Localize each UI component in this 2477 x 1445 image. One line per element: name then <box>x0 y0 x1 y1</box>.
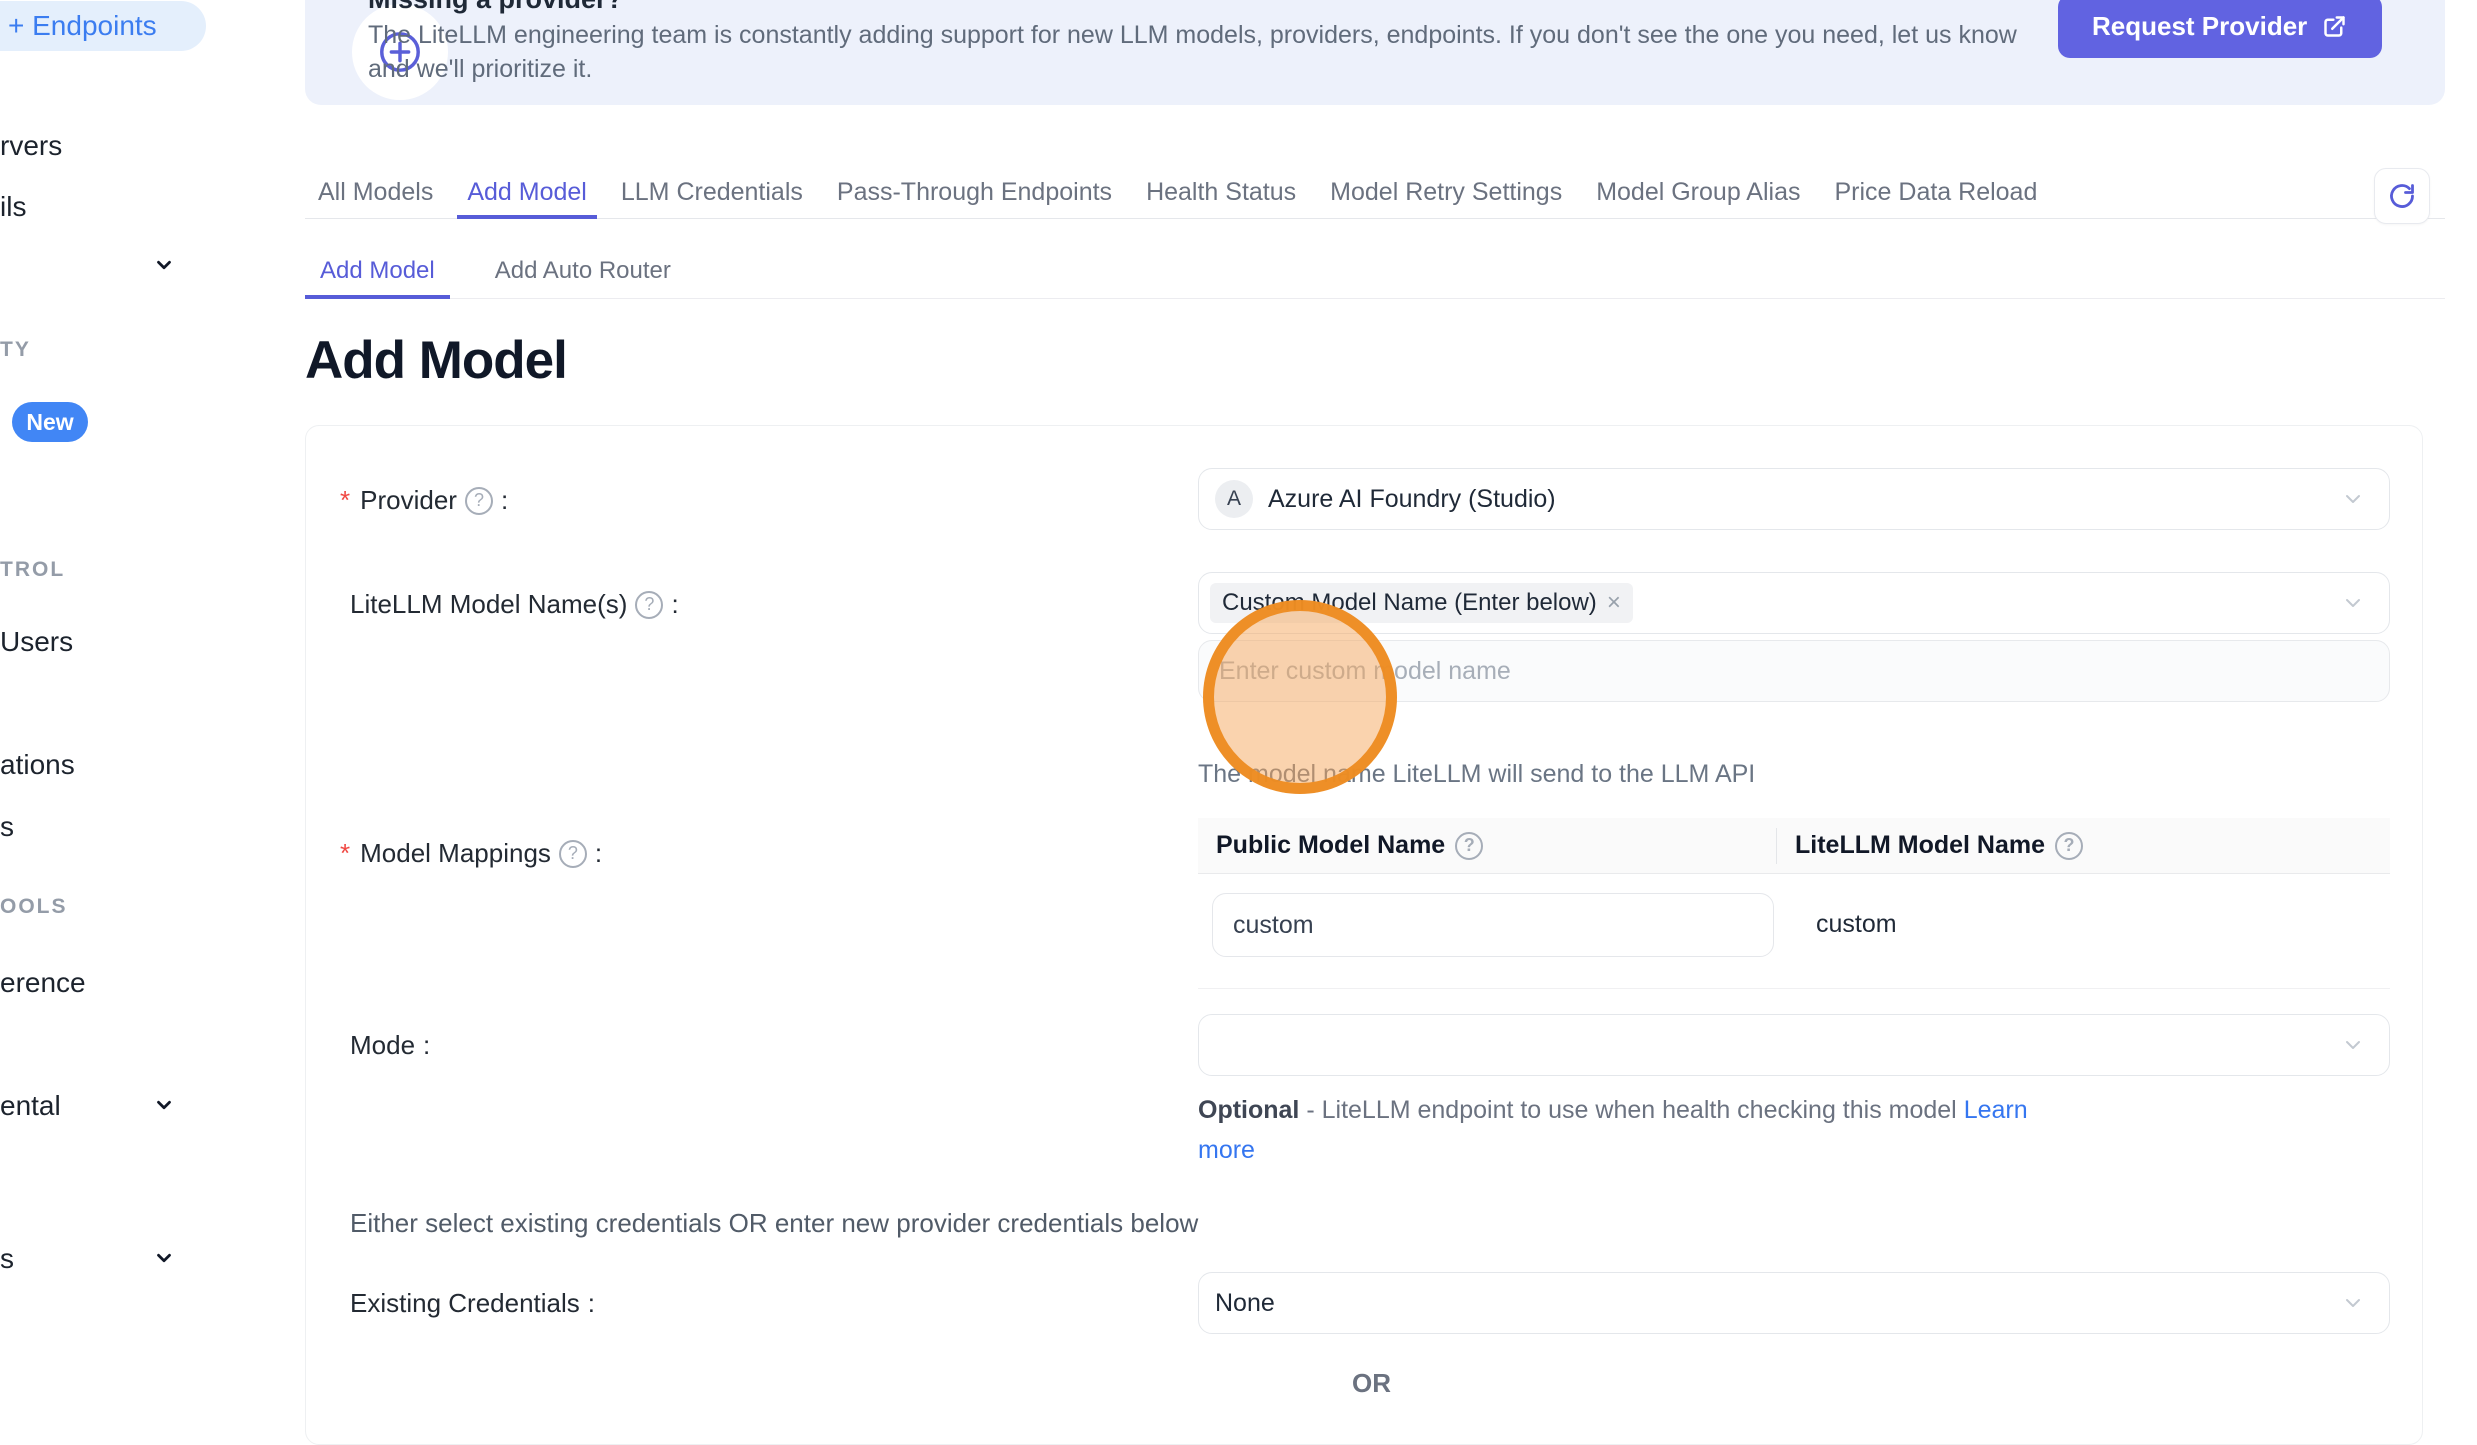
model-mappings-label: * Model Mappings ? : <box>340 838 602 869</box>
selected-model-tag: Custom Model Name (Enter below) × <box>1210 583 1633 623</box>
refresh-icon <box>2388 182 2416 210</box>
model-name-help-text: The model name LiteLLM will send to the … <box>1198 760 1755 789</box>
external-link-icon <box>2321 13 2348 40</box>
request-provider-label: Request Provider <box>2092 11 2307 42</box>
custom-model-name-input[interactable] <box>1198 640 2390 702</box>
litellm-model-name-header: LiteLLM Model Name ? <box>1777 831 2083 860</box>
chevron-down-icon <box>2341 591 2365 615</box>
mode-help-rest: - LiteLLM endpoint to use when health ch… <box>1299 1096 1963 1124</box>
help-icon[interactable]: ? <box>1455 832 1483 860</box>
required-asterisk: * <box>340 838 350 869</box>
add-model-subtabs: Add Model Add Auto Router <box>305 248 686 299</box>
sidebar-item-experimental[interactable]: ental <box>0 1090 61 1122</box>
chevron-down-icon <box>2341 1033 2365 1057</box>
chevron-down-icon <box>2341 1291 2365 1315</box>
tab-health-status[interactable]: Health Status <box>1136 170 1306 219</box>
sidebar-item-api-reference[interactable]: erence <box>0 967 86 999</box>
sidebar-item-organizations[interactable]: ations <box>0 749 75 781</box>
provider-select[interactable]: A Azure AI Foundry (Studio) <box>1198 468 2390 530</box>
optional-text: Optional <box>1198 1096 1299 1124</box>
tab-model-group-alias[interactable]: Model Group Alias <box>1586 170 1810 219</box>
help-icon[interactable]: ? <box>559 840 587 868</box>
chevron-down-icon <box>2341 487 2365 511</box>
new-badge: New <box>12 402 88 442</box>
remove-tag-icon[interactable]: × <box>1607 589 1621 617</box>
banner-title: Missing a provider? <box>368 0 623 15</box>
sidebar-item-users[interactable]: Users <box>0 626 73 658</box>
sidebar-item-servers[interactable]: rvers <box>0 130 62 162</box>
provider-label: * Provider ? : <box>340 485 508 516</box>
public-model-name-input[interactable] <box>1212 893 1774 957</box>
sidebar-item-guardrails[interactable]: ils <box>0 191 26 223</box>
model-names-label: LiteLLM Model Name(s) ? : <box>350 589 679 620</box>
mode-label: Mode : <box>350 1030 430 1061</box>
existing-credentials-label-text: Existing Credentials <box>350 1288 580 1319</box>
request-provider-button[interactable]: Request Provider <box>2058 0 2382 58</box>
credentials-note: Either select existing credentials OR en… <box>350 1208 1198 1239</box>
tab-price-data-reload[interactable]: Price Data Reload <box>1824 170 2047 219</box>
model-names-multiselect[interactable]: Custom Model Name (Enter below) × <box>1198 572 2390 634</box>
label-colon: : <box>671 589 678 620</box>
sidebar-item-teams[interactable]: s <box>0 811 14 843</box>
label-colon: : <box>595 838 602 869</box>
litellm-model-name-value: custom <box>1816 910 1897 939</box>
help-icon[interactable]: ? <box>635 591 663 619</box>
provider-value: Azure AI Foundry (Studio) <box>1268 485 1556 514</box>
existing-credentials-value: None <box>1215 1289 1275 1318</box>
sidebar-item-endpoints[interactable]: + Endpoints <box>0 1 206 51</box>
sidebar-section-security: TY <box>0 338 31 362</box>
sidebar-collapse-chevron-icon[interactable] <box>153 254 175 276</box>
tab-llm-credentials[interactable]: LLM Credentials <box>611 170 813 219</box>
help-icon[interactable]: ? <box>2055 832 2083 860</box>
sidebar-item-settings[interactable]: s <box>0 1243 14 1275</box>
selected-model-tag-text: Custom Model Name (Enter below) <box>1222 589 1597 617</box>
subtab-add-model[interactable]: Add Model <box>305 248 450 299</box>
tab-all-models[interactable]: All Models <box>308 170 443 219</box>
provider-avatar: A <box>1215 480 1253 518</box>
sidebar-section-access-control: TROL <box>0 558 65 582</box>
sidebar-experimental-chevron-icon[interactable] <box>153 1094 175 1116</box>
model-tabs: All Models Add Model LLM Credentials Pas… <box>308 170 2047 219</box>
sidebar-settings-chevron-icon[interactable] <box>153 1247 175 1269</box>
mode-label-text: Mode <box>350 1030 415 1061</box>
subtab-add-auto-router[interactable]: Add Auto Router <box>480 248 686 299</box>
tab-add-model[interactable]: Add Model <box>457 170 597 219</box>
label-colon: : <box>423 1030 430 1061</box>
label-colon: : <box>588 1288 595 1319</box>
public-model-name-header-text: Public Model Name <box>1216 831 1445 860</box>
litellm-model-name-header-text: LiteLLM Model Name <box>1795 831 2045 860</box>
tab-model-retry-settings[interactable]: Model Retry Settings <box>1320 170 1572 219</box>
required-asterisk: * <box>340 485 350 516</box>
mode-select[interactable] <box>1198 1014 2390 1076</box>
existing-credentials-select[interactable]: None <box>1198 1272 2390 1334</box>
label-colon: : <box>501 485 508 516</box>
banner-description: The LiteLLM engineering team is constant… <box>368 18 2058 86</box>
sidebar-section-tools: OOLS <box>0 895 68 919</box>
page-title: Add Model <box>305 330 567 391</box>
existing-credentials-label: Existing Credentials : <box>350 1288 595 1319</box>
model-mappings-header: Public Model Name ? LiteLLM Model Name ? <box>1198 818 2390 874</box>
table-row-divider <box>1198 988 2390 989</box>
help-icon[interactable]: ? <box>465 487 493 515</box>
model-names-label-text: LiteLLM Model Name(s) <box>350 589 627 620</box>
model-mappings-label-text: Model Mappings <box>360 838 551 869</box>
refresh-button[interactable] <box>2374 168 2430 224</box>
public-model-name-header: Public Model Name ? <box>1198 831 1776 860</box>
tab-pass-through-endpoints[interactable]: Pass-Through Endpoints <box>827 170 1122 219</box>
or-divider: OR <box>1352 1368 1391 1399</box>
provider-label-text: Provider <box>360 485 457 516</box>
mode-help-text: Optional - LiteLLM endpoint to use when … <box>1198 1090 2034 1170</box>
